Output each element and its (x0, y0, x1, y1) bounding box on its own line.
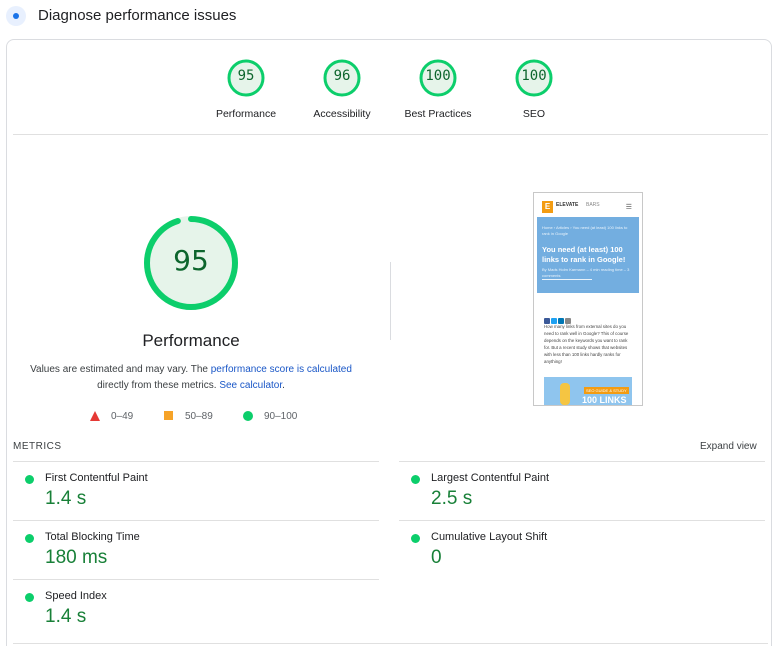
metric-name: Largest Contentful Paint (431, 472, 550, 484)
pass-circle-icon (25, 475, 34, 484)
lighthouse-report: Diagnose performance issues 95 Performan… (0, 0, 773, 646)
divider (13, 134, 768, 135)
screenshot-byline: By Mads Holm Karmann – 4 min reading tim… (542, 267, 630, 278)
metric-name: Total Blocking Time (45, 531, 140, 543)
metrics-heading: METRICS (13, 441, 62, 452)
performance-note: Values are estimated and may vary. The p… (30, 362, 352, 394)
pass-circle-icon (411, 475, 420, 484)
metric-name: Speed Index (45, 590, 107, 602)
legend-label: 50–89 (185, 411, 213, 422)
screenshot-headline: You need (at least) 100 links to rank in… (542, 245, 626, 264)
gauge-score: 100 (521, 68, 547, 84)
gauge-label: SEO (522, 108, 546, 120)
gauge-label: Performance (215, 108, 277, 120)
image-text: 100 LINKS (582, 395, 627, 405)
metric-name: First Contentful Paint (45, 472, 148, 484)
metric-value: 1.4 s (45, 606, 87, 627)
metric-value: 180 ms (45, 547, 108, 568)
performance-gauge-large: 95 (142, 214, 240, 312)
gauge-score: 100 (425, 68, 451, 84)
circle-icon (243, 411, 253, 421)
expand-view-toggle[interactable]: Expand view (700, 441, 757, 452)
section-header: Diagnose performance issues (0, 0, 773, 34)
hamburger-icon: ☰ (625, 204, 632, 211)
screenshot-rule (542, 279, 592, 280)
note-text: directly from these metrics. (97, 380, 220, 391)
performance-score: 95 (173, 244, 209, 277)
metrics-bottom-divider (13, 643, 768, 644)
performance-title: Performance (142, 331, 240, 350)
screenshot-breadcrumb: Home › Articles › You need (at least) 10… (542, 225, 628, 236)
metric-value: 2.5 s (431, 488, 473, 509)
metric-total-blocking-time: Total Blocking Time 180 ms (13, 520, 379, 578)
gauge-score: 96 (333, 68, 351, 84)
score-calculated-link[interactable]: performance score is calculated (211, 364, 352, 375)
gauge-seo[interactable]: 100 SEO (494, 58, 574, 120)
metric-value: 0 (431, 547, 442, 568)
metric-cumulative-layout-shift: Cumulative Layout Shift 0 (399, 520, 765, 578)
note-text: Values are estimated and may vary. The (30, 364, 211, 375)
gauge-accessibility[interactable]: 96 Accessibility (302, 58, 382, 120)
gauge-score: 95 (237, 68, 255, 84)
screenshot-hero: Home › Articles › You need (at least) 10… (537, 217, 639, 293)
gauge-label: Best Practices (404, 108, 472, 120)
note-text: . (282, 380, 285, 391)
lighthouse-dot-icon (6, 6, 26, 26)
brand-sub: BARS (586, 202, 600, 208)
gauge-performance[interactable]: 95 Performance (206, 58, 286, 120)
metric-name: Cumulative Layout Shift (431, 531, 548, 543)
metric-speed-index: Speed Index 1.4 s (13, 579, 379, 637)
screenshot-body: How many links from external sites do yo… (544, 324, 629, 364)
person-figure (560, 383, 570, 405)
brand-logo: E (542, 201, 553, 213)
pass-circle-icon (411, 534, 420, 543)
section-title: Diagnose performance issues (38, 7, 237, 24)
legend-label: 0–49 (111, 411, 134, 422)
triangle-icon (90, 411, 100, 421)
image-tag: SEO GUIDE & STUDY (584, 387, 629, 394)
screenshot-navbar: E ELEVATE BARS ☰ (534, 193, 642, 217)
brand-name: ELEVATE (556, 202, 579, 208)
metric-largest-contentful-paint: Largest Contentful Paint 2.5 s (399, 461, 765, 519)
page-screenshot[interactable]: E ELEVATE BARS ☰ Home › Articles › You n… (533, 192, 643, 406)
pass-circle-icon (25, 534, 34, 543)
screenshot-image: SEO GUIDE & STUDY 100 LINKS (544, 377, 632, 405)
metric-first-contentful-paint: First Contentful Paint 1.4 s (13, 461, 379, 519)
legend-label: 90–100 (264, 411, 298, 422)
vertical-divider (390, 262, 391, 340)
pass-circle-icon (25, 593, 34, 602)
see-calculator-link[interactable]: See calculator (219, 380, 282, 391)
gauge-label: Accessibility (313, 108, 371, 120)
square-icon (164, 411, 173, 420)
gauge-best-practices[interactable]: 100 Best Practices (398, 58, 478, 120)
metric-value: 1.4 s (45, 488, 87, 509)
